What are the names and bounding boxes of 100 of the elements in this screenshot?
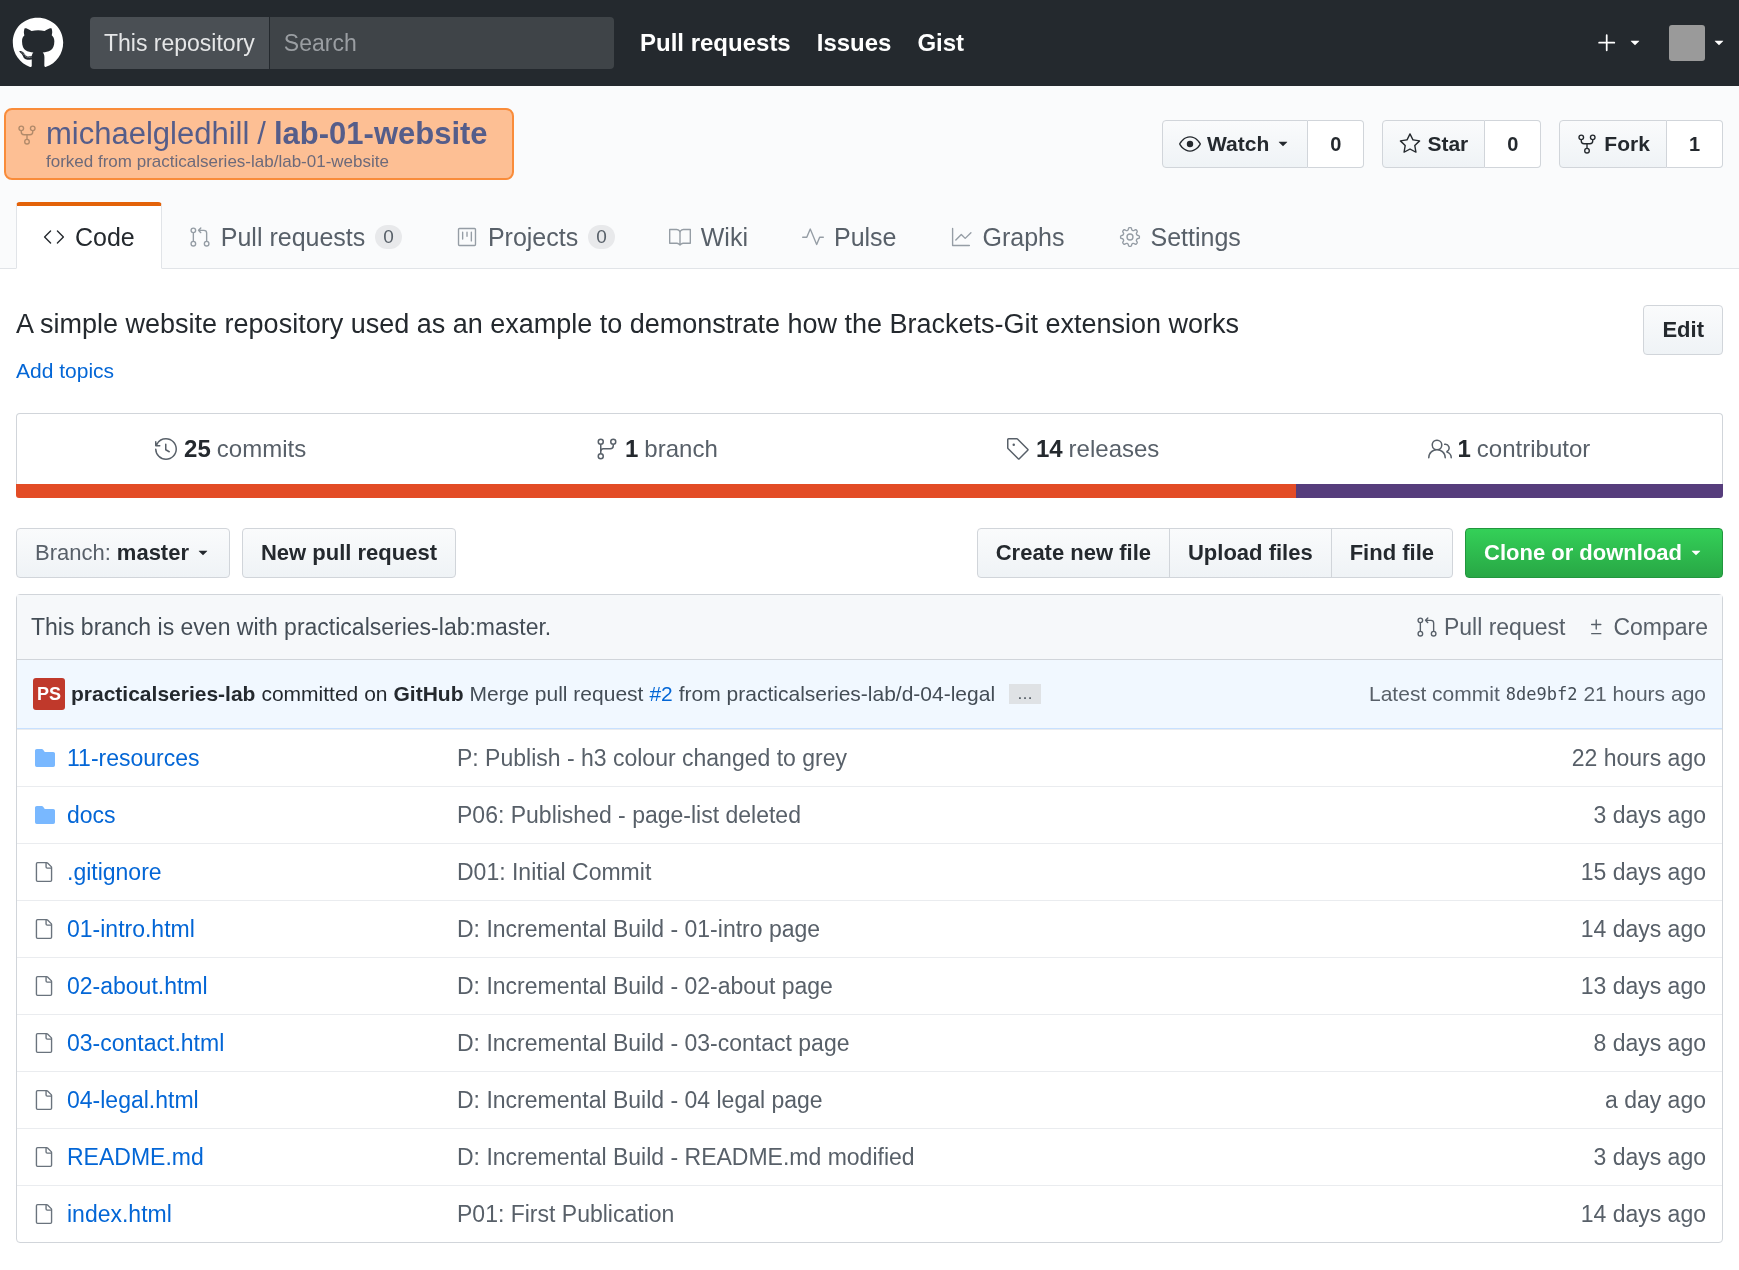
repo-description: A simple website repository used as an example to demonstrate how the Brackets-Git extension works (16, 309, 1240, 340)
forked-from-link[interactable]: forked from practicalseries-lab/lab-01-website (46, 152, 488, 172)
commit-message-link[interactable]: P01: First Publication (457, 1200, 675, 1227)
file-icon (33, 1032, 55, 1054)
commit-verb: committed on (261, 682, 388, 706)
search-field[interactable]: Search (269, 17, 614, 69)
file-icon (33, 1203, 55, 1225)
file-name-link[interactable]: 04-legal.html (67, 1086, 199, 1113)
file-icon (33, 1089, 55, 1111)
eye-icon (1179, 133, 1201, 155)
repo-name-link[interactable]: lab-01-website (273, 116, 488, 151)
tab-counter: 0 (375, 225, 402, 249)
latest-commit-label: Latest commit (1369, 682, 1500, 706)
file-name-link[interactable]: .gitignore (67, 858, 162, 885)
file-icon (33, 1146, 55, 1168)
repo-tab[interactable]: Graphs (923, 202, 1092, 269)
tab-counter: 0 (588, 225, 615, 249)
repo-action-button[interactable]: Watch (1162, 120, 1309, 168)
repo-tab[interactable]: Projects 0 (428, 202, 642, 269)
commit-age: 13 days ago (1580, 972, 1706, 1000)
branch-icon (595, 437, 619, 461)
commit-message-link[interactable]: from practicalseries-lab/d-04-legal (678, 682, 996, 706)
action-count[interactable]: 1 (1666, 120, 1723, 168)
folder-icon (33, 746, 57, 770)
pulse-icon (802, 226, 824, 248)
commit-age: 21 hours ago (1583, 682, 1706, 706)
star-icon (1399, 133, 1422, 155)
commit-message-link[interactable]: P: Publish - h3 colour changed to grey (457, 744, 847, 771)
file-name-link[interactable]: index.html (67, 1200, 172, 1227)
commit-age: 14 days ago (1580, 1200, 1706, 1228)
author-avatar[interactable]: PS (33, 678, 65, 710)
branch-status-text: This branch is even with practicalseries-lab:master. (31, 613, 552, 641)
search-scope-label: This repository (90, 17, 269, 69)
repo-tab[interactable]: Pulse (775, 202, 924, 269)
expand-message-button[interactable]: … (1009, 684, 1042, 704)
file-name-link[interactable]: 01-intro.html (67, 915, 195, 942)
commit-message-link[interactable]: Merge pull request (469, 682, 644, 706)
repo-tab[interactable]: Pull requests 0 (161, 202, 429, 269)
commit-age: 3 days ago (1593, 1143, 1706, 1171)
commit-age: 8 days ago (1593, 1029, 1706, 1057)
action-count[interactable]: 0 (1485, 120, 1542, 168)
summary-link[interactable]: 25 commits (17, 414, 444, 484)
commit-author-link[interactable]: practicalseries-lab (71, 682, 256, 706)
repo-action-button[interactable]: Fork (1559, 120, 1667, 168)
summary-link[interactable]: 1 branch (443, 414, 870, 484)
commit-message-link[interactable]: D: Incremental Build - 04 legal page (457, 1086, 823, 1113)
commit-age: 22 hours ago (1571, 744, 1706, 772)
commit-message-link[interactable]: D01: Initial Commit (457, 858, 652, 885)
repo-tab[interactable]: Wiki (641, 202, 775, 269)
file-name-link[interactable]: README.md (67, 1143, 204, 1170)
people-icon (1427, 437, 1452, 461)
repo-tab[interactable]: Settings (1091, 202, 1268, 269)
repo-action-button[interactable]: Star (1382, 120, 1486, 168)
new-pull-request-button[interactable]: New pull request (242, 528, 457, 578)
repo-tab[interactable]: Code (16, 202, 162, 269)
pull-request-icon (188, 226, 211, 248)
folder-icon (33, 803, 57, 827)
action-count[interactable]: 0 (1308, 120, 1365, 168)
add-topics-link[interactable]: Add topics (16, 359, 115, 383)
file-name-link[interactable]: 11-resources (67, 744, 200, 771)
pull-request-icon (1415, 616, 1438, 638)
nav-link[interactable]: Issues (816, 29, 892, 57)
file-action-button[interactable]: Find file (1330, 528, 1453, 578)
file-action-button[interactable]: Upload files (1169, 528, 1332, 578)
file-name-link[interactable]: 03-contact.html (67, 1029, 225, 1056)
fork-icon (1576, 133, 1599, 155)
status-link[interactable]: Compare (1585, 613, 1708, 641)
owner-link[interactable]: michaelgledhill (46, 116, 250, 151)
commit-age: 3 days ago (1593, 801, 1706, 829)
commit-sha-link[interactable]: 8de9bf2 (1505, 684, 1578, 704)
fork-icon (16, 124, 38, 146)
tag-icon (1005, 437, 1030, 461)
summary-link[interactable]: 1 contributor (1295, 414, 1722, 484)
commit-message-link[interactable]: D: Incremental Build - 01-intro page (457, 915, 821, 942)
pr-number-link[interactable]: #2 (649, 682, 673, 706)
file-icon (33, 918, 55, 940)
file-icon (33, 861, 55, 883)
commit-message-link[interactable]: D: Incremental Build - README.md modified (457, 1143, 915, 1170)
status-link[interactable]: Pull request (1415, 613, 1566, 641)
path-separator: / (257, 116, 266, 151)
committer-link[interactable]: GitHub (393, 682, 464, 706)
nav-link[interactable]: Pull requests (640, 29, 791, 57)
file-action-button[interactable]: Create new file (976, 528, 1170, 578)
book-icon (668, 226, 691, 248)
nav-link[interactable]: Gist (917, 29, 965, 57)
history-icon (154, 437, 179, 461)
commit-message-link[interactable]: D: Incremental Build - 03-contact page (457, 1029, 850, 1056)
branch-select-button[interactable]: Branch: master (16, 528, 230, 578)
file-name-link[interactable]: docs (67, 801, 116, 828)
commit-message-link[interactable]: D: Incremental Build - 02-about page (457, 972, 833, 999)
github-logo-icon[interactable] (12, 17, 64, 69)
commit-age: 15 days ago (1580, 858, 1706, 886)
project-board-icon (455, 226, 478, 248)
summary-link[interactable]: 14 releases (869, 414, 1296, 484)
commit-message-link[interactable]: P06: Published - page-list deleted (457, 801, 801, 828)
edit-button[interactable]: Edit (1643, 305, 1723, 355)
file-name-link[interactable]: 02-about.html (67, 972, 208, 999)
settings-icon (1118, 226, 1141, 248)
file-icon (33, 975, 55, 997)
commit-age: 14 days ago (1580, 915, 1706, 943)
